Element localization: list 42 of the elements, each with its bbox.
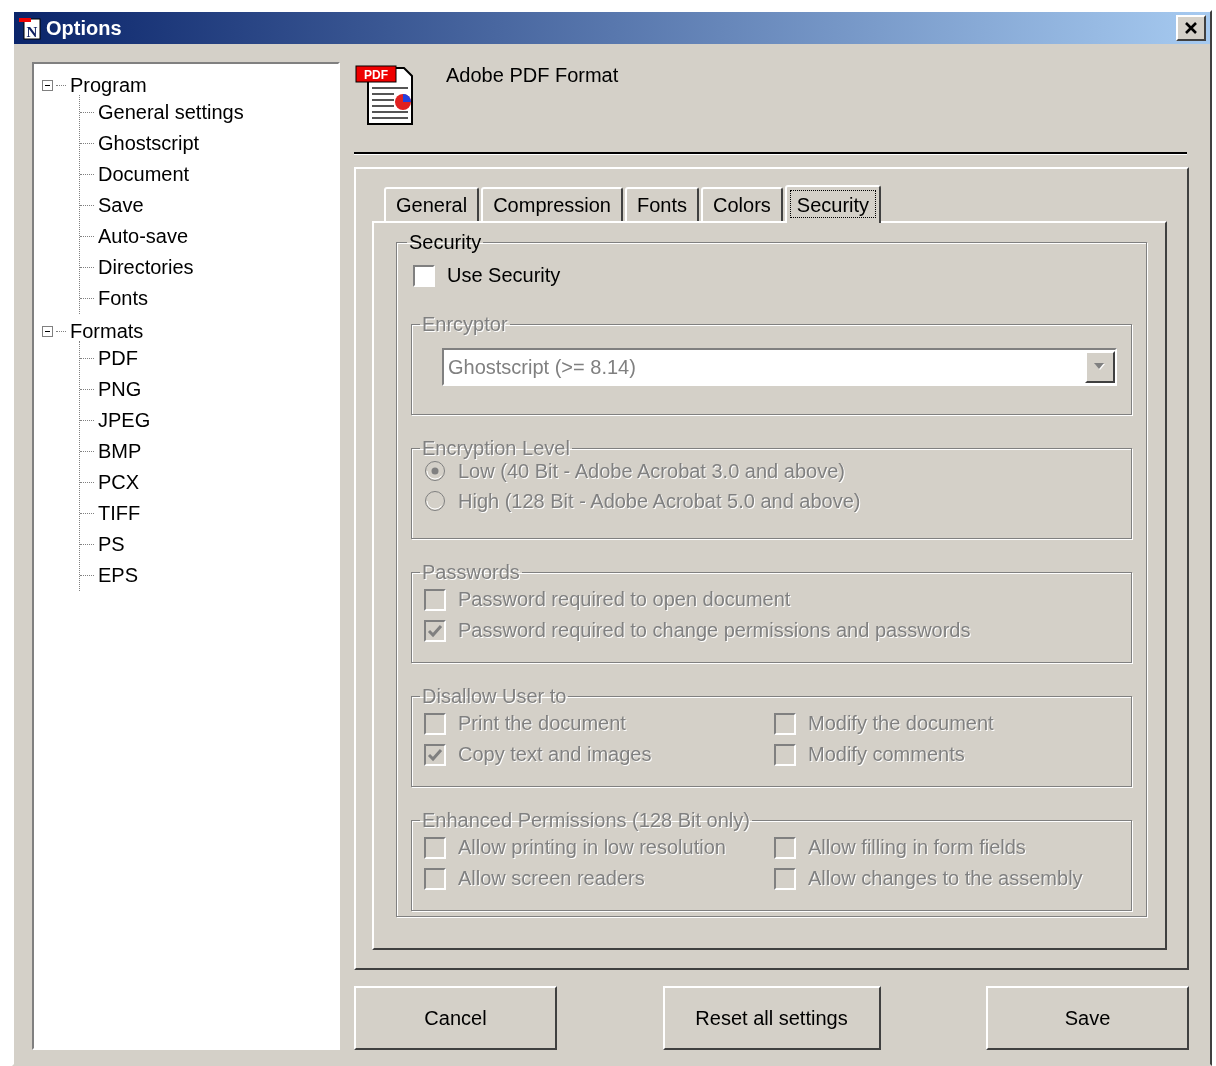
tree-item[interactable]: PS — [96, 533, 127, 556]
tree-item[interactable]: EPS — [96, 564, 141, 587]
close-button[interactable] — [1176, 15, 1206, 41]
tree-item[interactable]: Formats — [68, 320, 146, 343]
collapse-icon[interactable] — [42, 79, 54, 92]
dropdown-arrow-icon — [1094, 363, 1106, 371]
tree-item[interactable]: PCX — [96, 471, 142, 494]
window-title: Options — [46, 16, 123, 40]
tree-item[interactable]: PDF — [96, 347, 140, 370]
tab[interactable]: Colors — [701, 187, 783, 221]
group-title: Passwords — [421, 561, 521, 584]
tree-item[interactable]: Fonts — [96, 287, 151, 310]
checkbox[interactable] — [413, 264, 435, 287]
group-title: Encryption Level — [421, 437, 571, 460]
group-title: Disallow User to — [421, 685, 568, 708]
checkbox-label[interactable]: Use Security — [447, 264, 561, 287]
dialog-button[interactable]: Save — [986, 986, 1189, 1050]
group-title: Enhanced Permissions (128 Bit only) — [421, 809, 751, 832]
tab[interactable]: Fonts — [625, 187, 699, 221]
format-title: Adobe PDF Format — [446, 64, 619, 87]
tab[interactable]: General — [384, 187, 480, 221]
check-icon — [427, 746, 443, 763]
tree-item[interactable]: TIFF — [96, 502, 143, 525]
tree-item[interactable]: JPEG — [96, 409, 153, 432]
tree-item[interactable]: Program — [68, 74, 149, 97]
tree-item[interactable]: Ghostscript — [96, 132, 202, 155]
close-icon — [1184, 21, 1198, 35]
group-title: Security — [408, 231, 483, 254]
tree-item[interactable]: Auto-save — [96, 225, 191, 248]
tree-item[interactable]: Save — [96, 194, 146, 217]
dialog-button[interactable]: Reset all settings — [662, 986, 881, 1050]
tree-item[interactable]: Document — [96, 163, 192, 186]
collapse-icon[interactable] — [42, 325, 54, 338]
tree-item[interactable]: Directories — [96, 256, 196, 279]
tree-item[interactable]: PNG — [96, 378, 144, 401]
group-title: Enrcyptor — [421, 313, 509, 336]
tab[interactable]: Compression — [481, 187, 623, 221]
tree-item[interactable]: General settings — [96, 101, 246, 124]
tab[interactable]: Security — [784, 185, 882, 223]
dialog-button[interactable]: Cancel — [354, 986, 557, 1050]
check-icon — [427, 622, 443, 639]
tree-item[interactable]: BMP — [96, 440, 144, 463]
